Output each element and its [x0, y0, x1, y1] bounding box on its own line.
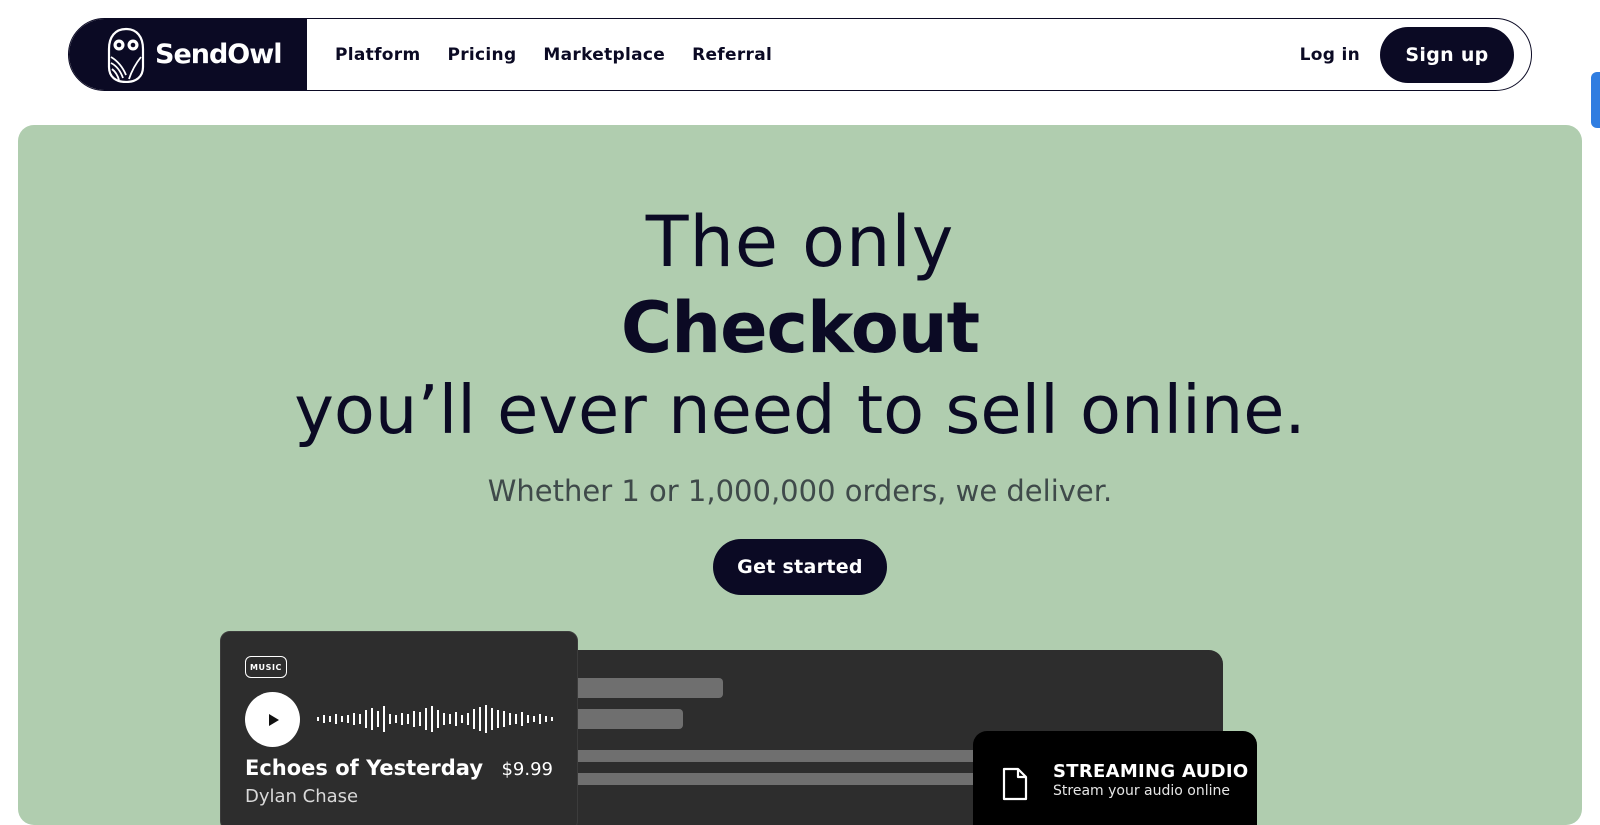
waveform-bar [449, 714, 451, 724]
waveform-bar [437, 710, 439, 728]
waveform-bar [551, 717, 553, 721]
waveform-bar [485, 705, 487, 733]
nav-link-referral[interactable]: Referral [692, 45, 772, 65]
nav-link-marketplace[interactable]: Marketplace [543, 45, 665, 65]
placeholder-bar [558, 678, 723, 698]
get-started-button[interactable]: Get started [713, 539, 887, 595]
waveform-bar [407, 714, 409, 724]
waveform-bar [545, 716, 547, 722]
waveform-bar [497, 710, 499, 728]
waveform-bar [431, 706, 433, 732]
waveform-bar [401, 713, 403, 725]
waveform-bar [527, 715, 529, 723]
waveform-bar [377, 711, 379, 727]
waveform-bar [395, 715, 397, 723]
file-icon [1002, 767, 1028, 801]
waveform-bar [509, 713, 511, 725]
top-navigation: SendOwl Platform Pricing Marketplace Ref… [68, 18, 1532, 91]
hero-headline-line2: Checkout [620, 287, 980, 369]
placeholder-bar [558, 773, 978, 785]
waveform-bar [455, 712, 457, 726]
waveform-bar [425, 708, 427, 730]
waveform-bar [479, 707, 481, 731]
side-feedback-tab[interactable] [1591, 72, 1600, 128]
nav-link-platform[interactable]: Platform [335, 45, 420, 65]
waveform-bar [359, 714, 361, 724]
waveform-bar [443, 713, 445, 725]
waveform-bar [467, 713, 469, 725]
waveform-bar [329, 716, 331, 722]
streaming-subtitle: Stream your audio online [1053, 783, 1230, 799]
nav-links: Platform Pricing Marketplace Referral [335, 45, 799, 65]
waveform-bar [533, 716, 535, 722]
waveform-bar [323, 715, 325, 723]
hero-headline-line1: The only [645, 201, 955, 283]
play-button[interactable] [245, 692, 300, 747]
waveform-bar [413, 711, 415, 727]
nav-actions: Log in Sign up [1300, 26, 1531, 83]
waveform-bar [473, 709, 475, 729]
streaming-title: STREAMING AUDIO [1053, 761, 1249, 782]
waveform-bar [389, 714, 391, 724]
track-price: $9.99 [501, 759, 553, 780]
owl-logo-icon [107, 27, 145, 83]
placeholder-bar [558, 750, 978, 762]
signup-button[interactable]: Sign up [1380, 26, 1514, 83]
waveform-bar [365, 710, 367, 728]
streaming-audio-card[interactable]: STREAMING AUDIO Stream your audio online [973, 731, 1257, 825]
waveform-bar [341, 716, 343, 722]
play-icon [268, 713, 279, 726]
track-title: Echoes of Yesterday [245, 756, 484, 780]
waveform-bar [503, 711, 505, 727]
waveform-bar [371, 708, 373, 730]
waveform-bar [419, 712, 421, 726]
track-artist: Dylan Chase [245, 786, 359, 807]
login-link[interactable]: Log in [1300, 45, 1360, 65]
waveform-bar [521, 712, 523, 726]
waveform-bar [491, 708, 493, 730]
category-badge: MUSIC [245, 656, 287, 678]
waveform-bar [515, 714, 517, 724]
waveform-bar [461, 715, 463, 723]
brand-name: SendOwl [155, 39, 282, 70]
waveform-bar [317, 717, 319, 721]
hero-section: The only Checkout you’ll ever need to se… [18, 125, 1582, 825]
brand-logo[interactable]: SendOwl [69, 19, 307, 90]
hero-headline-line3: you’ll ever need to sell online. [294, 371, 1306, 449]
hero-subheadline: Whether 1 or 1,000,000 orders, we delive… [487, 474, 1113, 508]
waveform-bar [539, 714, 541, 724]
music-product-card[interactable]: MUSIC Echoes of Yesterday $9.99 Dylan Ch… [220, 631, 578, 825]
nav-link-pricing[interactable]: Pricing [447, 45, 516, 65]
waveform-icon [317, 705, 553, 733]
waveform-bar [383, 706, 385, 732]
waveform-bar [353, 713, 355, 725]
waveform-bar [335, 714, 337, 724]
waveform-bar [347, 715, 349, 723]
